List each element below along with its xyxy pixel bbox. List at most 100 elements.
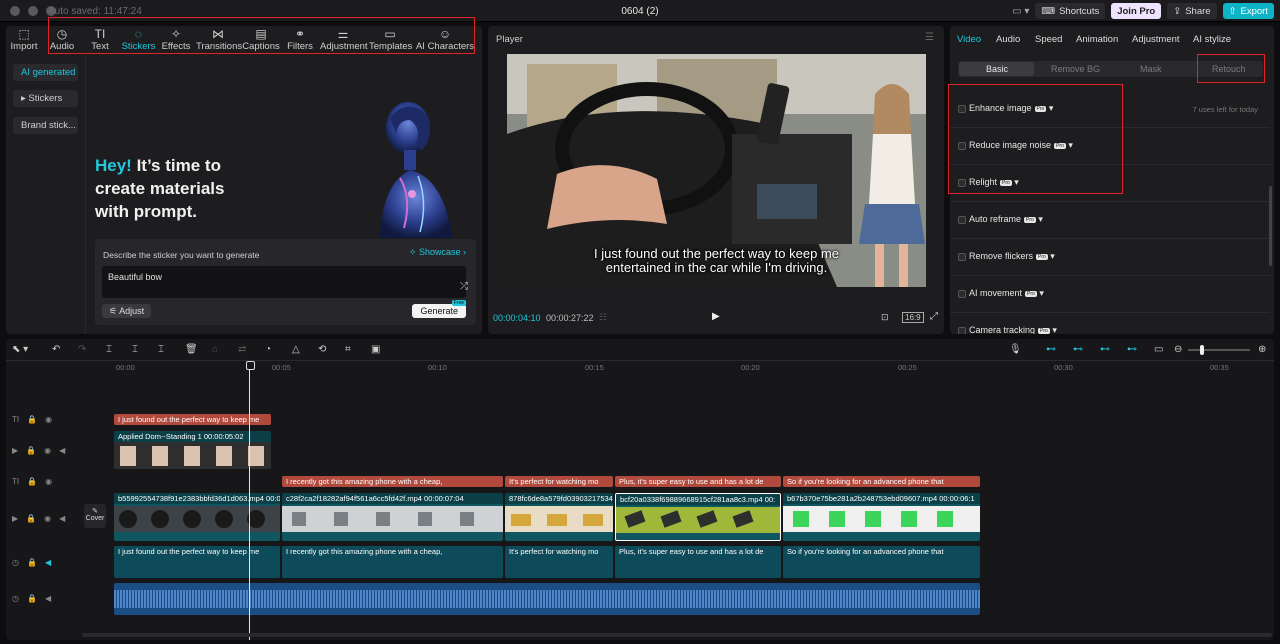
tab-adjustment[interactable]: Adjustment [1132,34,1180,45]
split-left-icon[interactable]: ⌶ [132,344,138,355]
subtab-basic[interactable]: Basic [986,64,1008,74]
toolbar-filters[interactable]: ⚭ Filters [286,27,314,52]
speed-icon[interactable]: ◔ [265,344,271,355]
video-clip[interactable]: b55992554738f91e2383bbfd36d1d063.mp4 00:… [114,493,280,541]
rotate-icon[interactable]: ⟲ [318,344,326,355]
checkbox[interactable] [958,327,966,334]
audio-clip[interactable]: I just found out the perfect way to keep… [114,546,280,578]
checkbox[interactable] [958,142,966,150]
playhead[interactable] [246,361,255,640]
option-remove-flickers[interactable]: Remove flickers Pro ▾ [950,239,1270,276]
option-ai-movement[interactable]: AI movement Pro ▾ [950,276,1270,313]
video-clip[interactable]: b67b370e75be281a2b248753ebd09607.mp4 00:… [783,493,980,541]
tab-animation[interactable]: Animation [1076,34,1118,45]
toolbar-captions[interactable]: ▤ Captions [242,27,280,52]
speaker-icon[interactable]: ◀ [45,594,51,603]
checkbox[interactable] [958,179,966,187]
toolbar-import[interactable]: ⬚ Import [10,27,38,52]
link-main-track-icon[interactable]: ⊷ [1046,344,1056,355]
share-button[interactable]: ⇪ Share [1167,3,1217,19]
join-pro-button[interactable]: Join Pro [1111,3,1162,19]
subtab-mask[interactable]: Mask [1140,64,1162,74]
toolbar-audio[interactable]: ◷ Audio [48,27,76,52]
zoom-in-icon[interactable]: ⊕ [1258,344,1266,355]
checkbox[interactable] [958,253,966,261]
option-relight[interactable]: Relight Pro ▾ [950,165,1270,202]
sticker-prompt-input[interactable]: Beautiful bow [102,266,466,298]
eye-icon[interactable]: ◉ [44,446,51,455]
layout-icon[interactable]: ▭ ▾ [1012,6,1029,17]
inspector-scrollbar[interactable] [1269,186,1272,266]
timeline-ruler[interactable]: 00:00 00:05 00:10 00:15 00:20 00:25 00:3… [114,361,1274,375]
shuffle-icon[interactable]: ⤮ [460,281,468,292]
showcase-link[interactable]: ✧ Showcase › [409,247,466,258]
undo-icon[interactable]: ↶ [52,344,60,355]
video-overlay-clip[interactable]: Applied Dom--Standing 1 00:00:05:02 [114,431,271,469]
option-enhance-image[interactable]: Enhance image Pro ▾ 7 uses left for today [950,91,1270,128]
microphone-icon[interactable]: 🎙 [1009,344,1022,355]
sidebar-item-ai-generated[interactable]: AI generated [13,64,78,81]
fullscreen-icon[interactable]: ⤢ [930,311,938,322]
toolbar-transitions[interactable]: ⋈ Transitions [196,27,242,52]
eye-icon[interactable]: ◉ [44,514,51,523]
mirror-icon[interactable]: △ [292,344,300,355]
auto-snap-icon[interactable]: ⊷ [1100,344,1110,355]
tab-video[interactable]: Video [957,34,981,45]
magnet-icon[interactable]: ⊷ [1073,344,1083,355]
captions-toggle-icon[interactable]: ▭ [1154,344,1163,355]
option-reduce-noise[interactable]: Reduce image noise Pro ▾ [950,128,1270,165]
subtab-remove-bg[interactable]: Remove BG [1051,64,1100,74]
lock-icon[interactable]: 🔒 [27,558,37,567]
crop-icon[interactable]: ⌗ [345,344,351,355]
tab-speed[interactable]: Speed [1035,34,1062,45]
cover-button[interactable]: ✎ Cover [84,504,106,528]
text-clip[interactable]: So if you're looking for an advanced pho… [783,476,980,487]
speaker-icon[interactable]: ◀ [59,514,65,523]
toolbar-ai-characters[interactable]: ☺ AI Characters [414,27,476,52]
fit-screen-icon[interactable]: ⊡ [881,312,889,323]
option-camera-tracking[interactable]: Camera tracking Pro ▾ [950,313,1270,334]
eye-icon[interactable]: ◉ [45,477,52,486]
checkbox[interactable] [958,216,966,224]
adjust-button[interactable]: ⚟ Adjust [102,304,152,318]
video-preview[interactable]: I just found out the perfect way to keep… [507,54,926,287]
play-button[interactable]: ▶ [712,311,720,322]
delete-icon[interactable]: 🗑 [185,344,198,355]
audio-clip[interactable]: Plus, it's super easy to use and has a l… [615,546,781,578]
timeline-scrollbar[interactable] [82,633,1272,637]
generate-button[interactable]: Generate [412,304,466,318]
audio-clip[interactable]: I recently got this amazing phone with a… [282,546,503,578]
checkbox[interactable] [958,105,966,113]
speaker-icon[interactable]: ◀ [59,446,65,455]
split-right-icon[interactable]: ⌶ [158,344,164,355]
eye-icon[interactable]: ◉ [45,415,52,424]
redo-icon[interactable]: ↷ [78,344,86,355]
checkbox[interactable] [958,290,966,298]
zoom-out-icon[interactable]: ⊖ [1174,344,1182,355]
toolbar-text[interactable]: TI Text [88,27,112,52]
freeze-icon[interactable]: ⌂ [212,344,218,355]
toolbar-stickers[interactable]: ◌ Stickers [121,27,156,52]
audio-clip[interactable]: So if you're looking for an advanced pho… [783,546,980,578]
reverse-icon[interactable]: ⇄ [238,344,246,355]
text-clip[interactable]: Plus, it's super easy to use and has a l… [615,476,781,487]
select-tool-icon[interactable]: ⬉ ▾ [12,344,28,355]
export-button[interactable]: ⇧ Export [1222,3,1274,19]
zoom-slider-handle[interactable] [1200,345,1204,355]
toolbar-effects[interactable]: ✧ Effects [161,27,191,52]
tab-ai-stylize[interactable]: AI stylize [1193,34,1231,45]
audio-clip[interactable]: It's perfect for watching mo [505,546,613,578]
text-clip[interactable]: I recently got this amazing phone with a… [282,476,503,487]
sidebar-item-brand-stickers[interactable]: Brand stick... [13,117,78,134]
player-menu-icon[interactable]: ☰ [925,32,934,43]
zoom-slider[interactable] [1188,345,1250,355]
timecode-grid-icon[interactable]: ☷ [599,312,607,323]
aspect-ratio-button[interactable]: 16:9 [902,312,924,323]
sidebar-item-stickers[interactable]: ▸ Stickers [13,90,78,107]
toolbar-adjustment[interactable]: ⚌ Adjustment [320,27,368,52]
lock-icon[interactable]: 🔒 [27,415,37,424]
speaker-icon[interactable]: ◀ [45,558,51,567]
lock-icon[interactable]: 🔒 [26,446,36,455]
tab-audio[interactable]: Audio [996,34,1020,45]
split-icon[interactable]: ⌶ [106,344,112,355]
